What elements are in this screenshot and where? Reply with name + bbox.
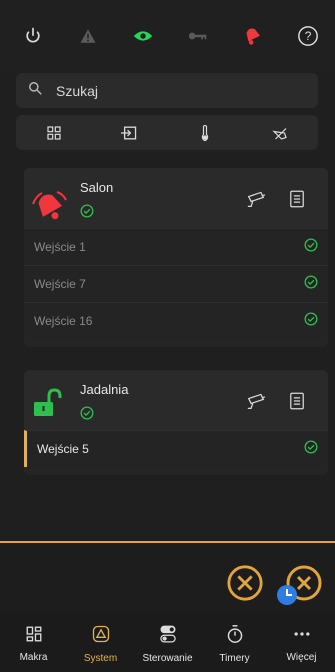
search-icon [28,81,42,100]
zone-header[interactable]: Salon [24,168,328,228]
list-item[interactable]: Wejście 16 [24,302,328,339]
log-icon[interactable] [290,190,304,213]
ok-check-icon [304,440,318,459]
macros-icon [25,625,43,648]
ok-check-icon [304,312,318,331]
search-input[interactable]: Szukaj [56,83,98,99]
eye-icon[interactable] [130,23,156,49]
zone-name: Jadalnia [80,382,129,397]
toggle-icon [159,624,177,649]
timer-icon [226,624,244,649]
nav-item-sterowanie[interactable]: Sterowanie [138,624,198,664]
ok-check-icon [304,238,318,257]
zone-group-salon: Salon Wejście 1 Wejście 7 Wejście 16 [24,168,328,347]
ok-check-icon [80,406,94,425]
system-icon [91,624,111,649]
grid-icon[interactable] [40,119,68,147]
alarm-bell-icon [32,190,68,229]
alarm-bell-icon[interactable] [240,23,266,49]
ok-check-icon [304,275,318,294]
list-item[interactable]: Wejście 1 [24,228,328,265]
nav-item-makra[interactable]: Makra [4,625,64,663]
power-icon[interactable] [20,23,46,49]
search-box[interactable]: Szukaj [16,73,318,108]
unlocked-padlock-icon [32,388,62,423]
more-icon [292,625,312,648]
timed-disarm-button[interactable] [276,564,324,613]
nav-item-system[interactable]: System [71,624,131,664]
sensor-icon[interactable] [266,119,294,147]
svg-text:?: ? [305,29,312,43]
help-icon[interactable]: ? [295,23,321,49]
zone-group-jadalnia: Jadalnia Wejście 5 [24,370,328,475]
list-item[interactable]: Wejście 5 [24,430,328,467]
camera-icon[interactable] [246,190,266,213]
warning-icon[interactable] [75,23,101,49]
camera-icon[interactable] [246,392,266,415]
nav-item-wiecej[interactable]: Więcej [272,625,332,663]
thermometer-icon[interactable] [191,119,219,147]
zone-header[interactable]: Jadalnia [24,370,328,430]
ok-check-icon [80,204,94,223]
log-icon[interactable] [290,392,304,415]
disarm-button[interactable] [226,564,264,607]
top-bar: ? [0,0,335,72]
key-icon[interactable] [185,23,211,49]
filter-bar [16,115,318,150]
list-item[interactable]: Wejście 7 [24,265,328,302]
bottom-nav: Makra System Sterowanie Timery Więcej [0,612,335,672]
nav-item-timery[interactable]: Timery [205,624,265,664]
entry-icon[interactable] [115,119,143,147]
zone-name: Salon [80,180,114,195]
